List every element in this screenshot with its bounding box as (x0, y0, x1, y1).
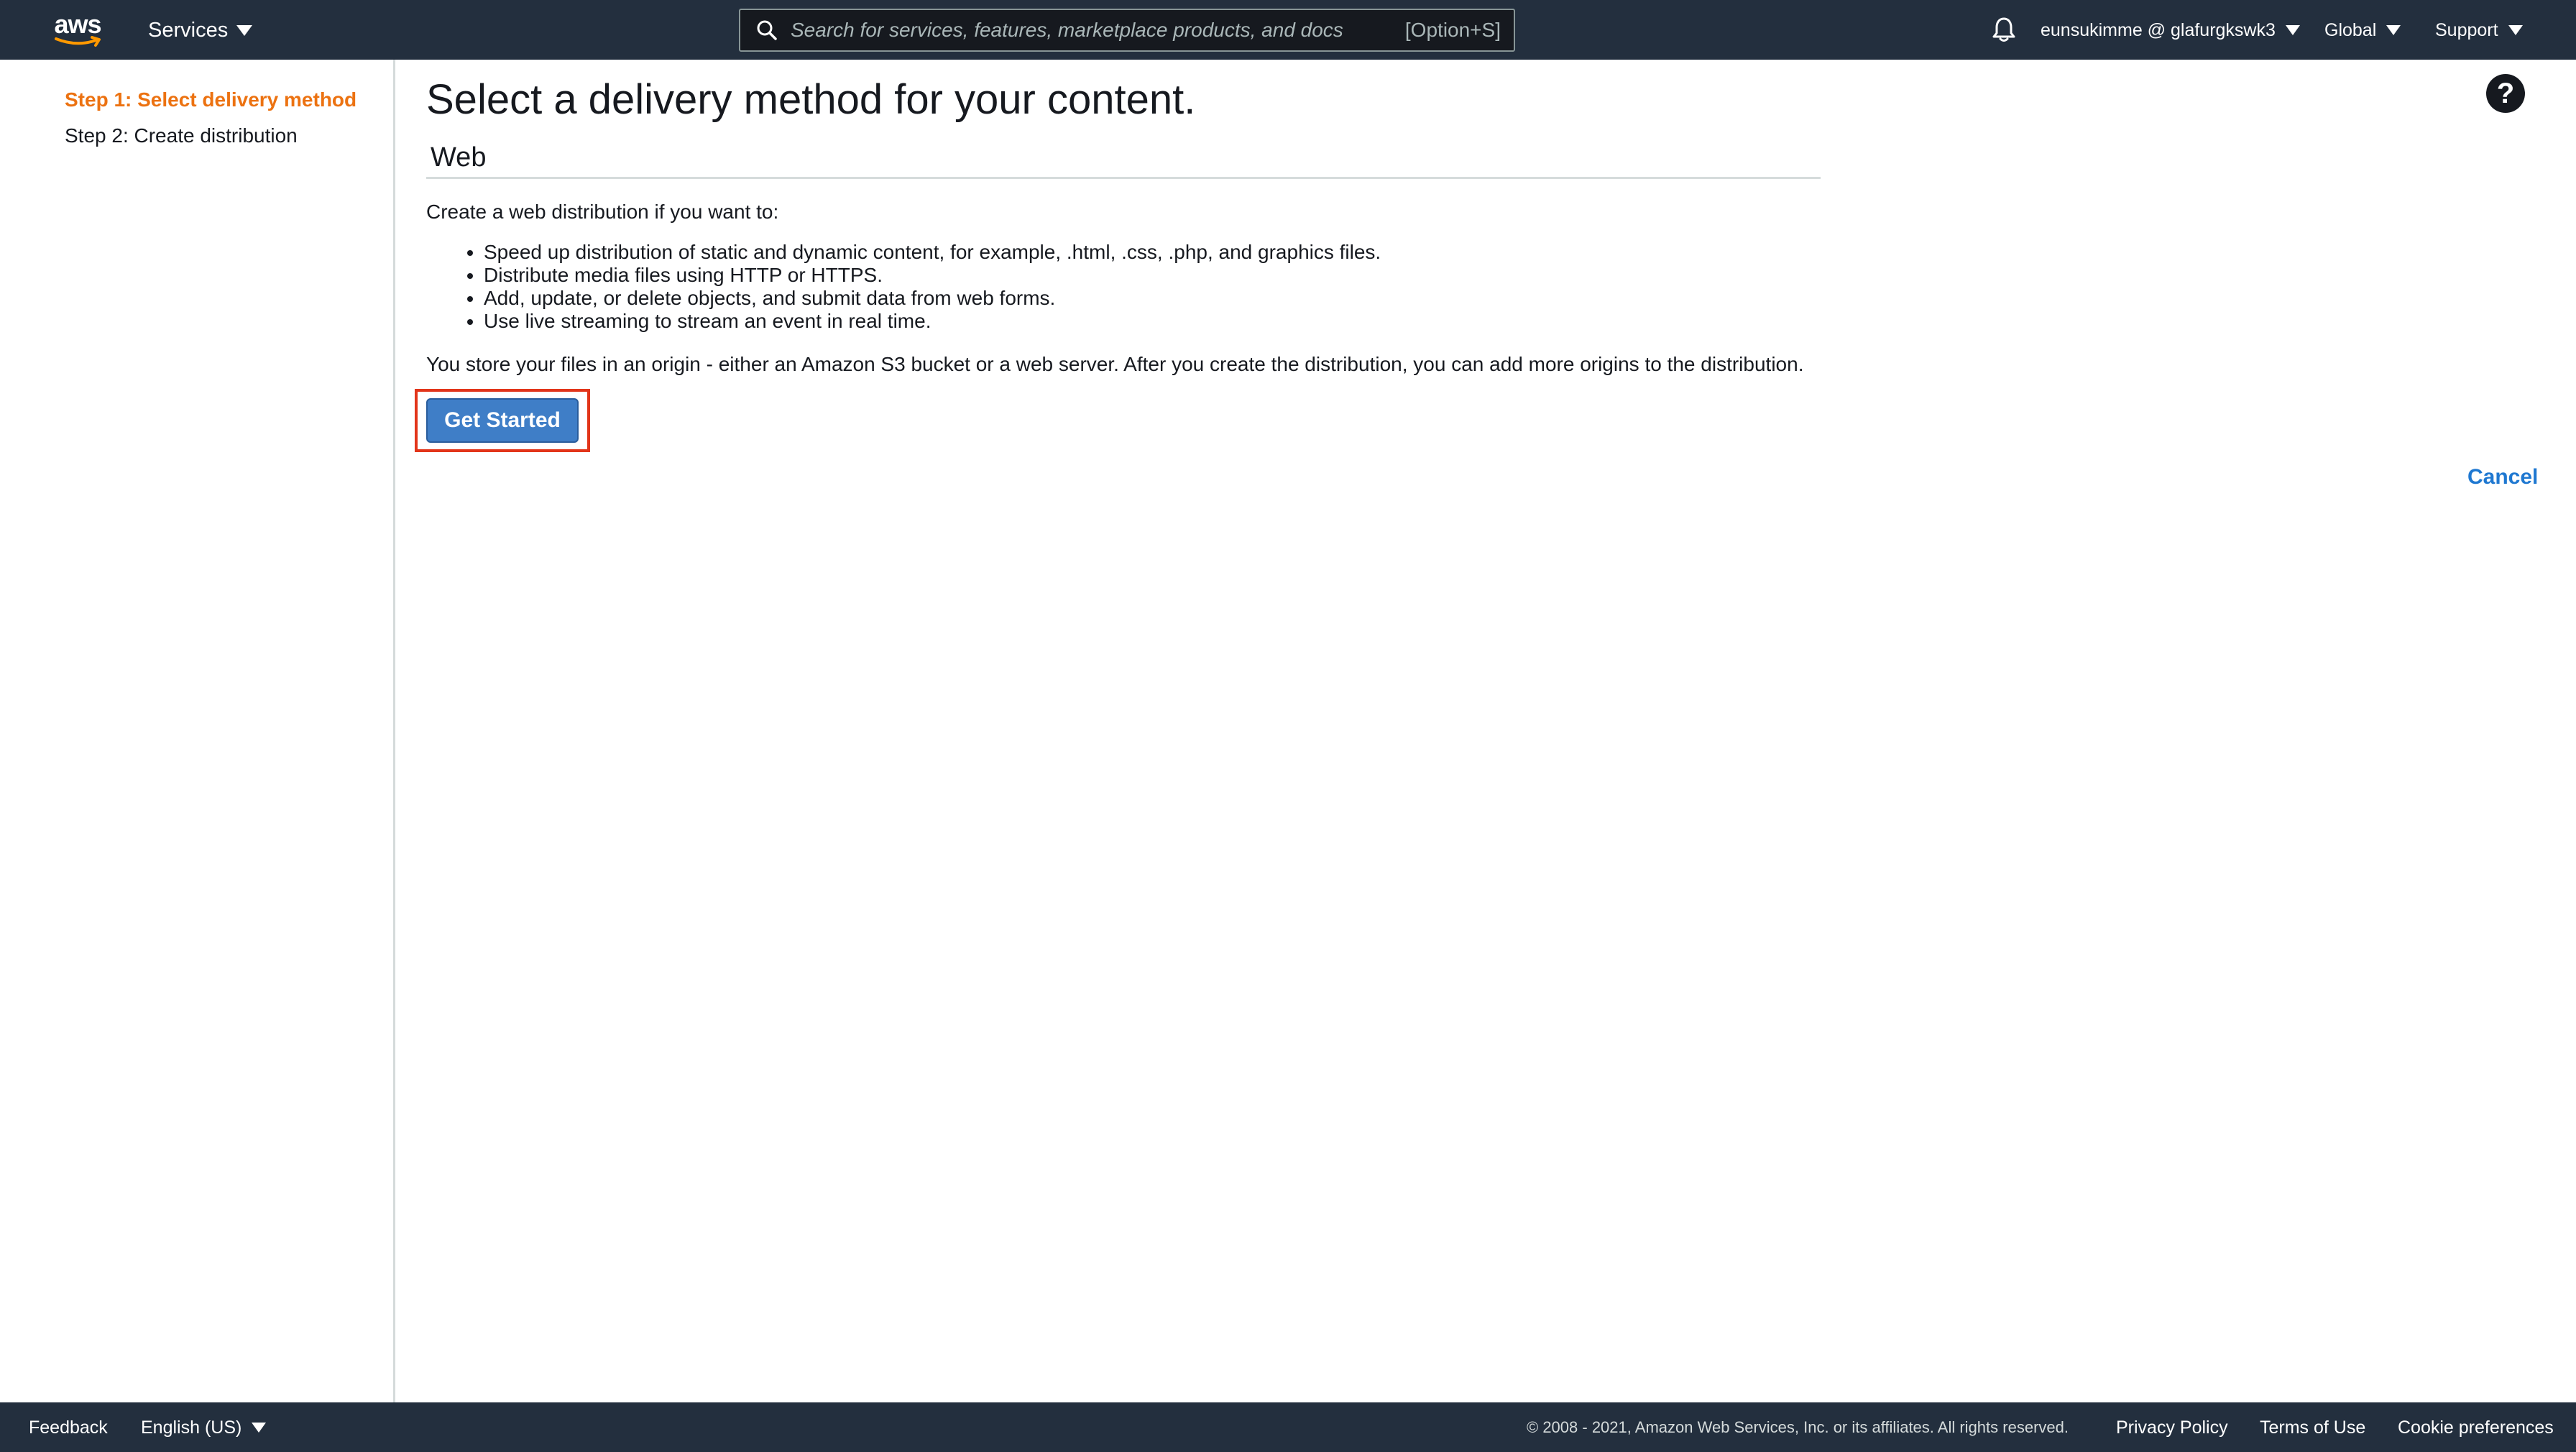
aws-smile-icon (55, 36, 101, 47)
origin-description: You store your files in an origin - eith… (426, 353, 1804, 375)
search-icon (757, 20, 777, 40)
support-menu[interactable]: Support (2435, 16, 2523, 45)
main-content: Select a delivery method for your conten… (397, 60, 2576, 1402)
step-select-delivery-method: Step 1: Select delivery method (65, 88, 357, 111)
list-item: Use live streaming to stream an event in… (484, 310, 1381, 333)
cookie-preferences-link[interactable]: Cookie preferences (2398, 1415, 2554, 1440)
search-input[interactable] (791, 19, 1405, 42)
aws-logo-text: aws (54, 9, 101, 39)
footer: Feedback English (US) © 2008 - 2021, Ama… (0, 1402, 2576, 1452)
support-label: Support (2435, 19, 2498, 40)
region-label: Global (2324, 19, 2377, 40)
aws-logo[interactable]: aws (52, 10, 104, 49)
top-navigation-bar: aws Services [Option+S] eunsukimme @ gla… (0, 0, 2576, 60)
bell-icon[interactable] (1991, 16, 2017, 43)
search-shortcut-hint: [Option+S] (1404, 19, 1501, 41)
services-label: Services (148, 18, 229, 42)
services-menu[interactable]: Services (148, 16, 253, 45)
help-icon[interactable]: ? (2486, 74, 2525, 113)
region-menu[interactable]: Global (2324, 16, 2401, 45)
section-title-web: Web (431, 142, 487, 173)
search-bar[interactable]: [Option+S] (739, 9, 1515, 52)
caret-down-icon (2508, 25, 2523, 35)
account-label: eunsukimme @ glafurgkswk3 (2041, 19, 2276, 40)
wizard-steps-sidebar: Step 1: Select delivery method Step 2: C… (0, 60, 395, 1402)
list-item: Distribute media files using HTTP or HTT… (484, 264, 1381, 287)
get-started-button[interactable]: Get Started (426, 398, 579, 443)
privacy-policy-link[interactable]: Privacy Policy (2116, 1415, 2228, 1440)
list-item: Speed up distribution of static and dyna… (484, 241, 1381, 264)
feature-list: Speed up distribution of static and dyna… (484, 241, 1381, 333)
copyright-text: © 2008 - 2021, Amazon Web Services, Inc.… (1527, 1418, 2069, 1436)
caret-down-icon (236, 24, 253, 36)
intro-text: Create a web distribution if you want to… (426, 201, 779, 223)
terms-of-use-link[interactable]: Terms of Use (2260, 1415, 2365, 1440)
caret-down-icon (2285, 25, 2300, 35)
section-divider (426, 177, 1821, 179)
cancel-link[interactable]: Cancel (2467, 464, 2538, 490)
language-selector[interactable]: English (US) (141, 1415, 267, 1440)
account-menu[interactable]: eunsukimme @ glafurgkswk3 (2041, 16, 2300, 45)
page-title: Select a delivery method for your conten… (426, 76, 1196, 123)
caret-down-icon (252, 1423, 267, 1433)
feedback-link[interactable]: Feedback (29, 1415, 108, 1440)
list-item: Add, update, or delete objects, and subm… (484, 287, 1381, 310)
language-label: English (US) (141, 1417, 242, 1438)
caret-down-icon (2386, 25, 2401, 35)
step-create-distribution: Step 2: Create distribution (65, 124, 298, 147)
